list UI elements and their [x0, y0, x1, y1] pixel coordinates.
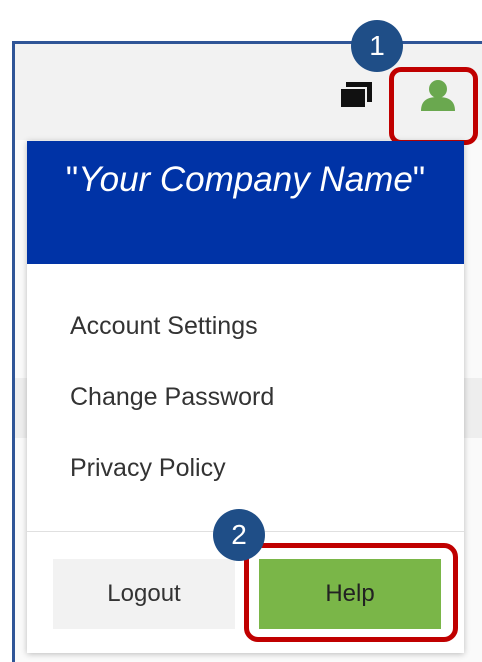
menu-item-privacy-policy[interactable]: Privacy Policy — [27, 433, 464, 504]
company-name-close-quote: " — [412, 160, 426, 199]
logout-button[interactable]: Logout — [53, 559, 235, 629]
step-badge-1: 1 — [351, 20, 403, 72]
step-badge-2: 2 — [213, 509, 265, 561]
company-name-header: "Your Company Name" — [27, 141, 464, 264]
menu-item-change-password[interactable]: Change Password — [27, 362, 464, 433]
help-button-highlight — [244, 543, 458, 642]
company-name: Your Company Name — [78, 160, 413, 199]
menu-item-account-settings[interactable]: Account Settings — [27, 291, 464, 362]
menu-list: Account Settings Change Password Privacy… — [27, 291, 464, 504]
company-name-open-quote: " — [65, 160, 79, 199]
windows-icon[interactable] — [338, 80, 374, 110]
user-icon-highlight — [389, 67, 478, 145]
